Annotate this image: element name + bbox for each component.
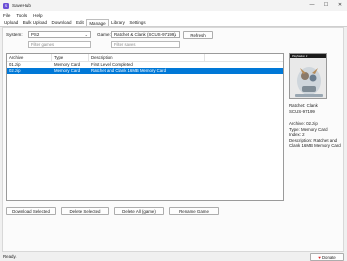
- cover-art: PlayStation 2: [289, 53, 327, 99]
- tab-settings[interactable]: Settings: [127, 19, 147, 26]
- tab-bulk-upload[interactable]: Bulk Upload: [21, 19, 49, 26]
- window-title: SaveHub: [12, 3, 31, 8]
- tab-upload[interactable]: Upload: [2, 19, 20, 26]
- column-archive[interactable]: Archive: [7, 54, 52, 62]
- rename-game-button[interactable]: Rename Game: [169, 207, 219, 215]
- menu-tools[interactable]: Tools: [16, 13, 27, 18]
- detail-index: Index: 2: [289, 132, 305, 137]
- system-select[interactable]: PS2 ⌄: [28, 31, 91, 38]
- status-bar: Ready. ♥ Donate: [0, 252, 347, 261]
- status-text: Ready.: [3, 254, 17, 259]
- game-select[interactable]: Ratchet & Clank (SCUS-97199) ⌄: [111, 31, 180, 38]
- chevron-down-icon: ⌄: [84, 32, 88, 37]
- table-row-selected[interactable]: 02.zip Memory Card Ratchet and Clank 16M…: [7, 68, 283, 74]
- minimize-button[interactable]: —: [305, 0, 319, 11]
- table-header: Archive Type Description: [7, 54, 283, 62]
- chevron-down-icon: ⌄: [173, 32, 177, 37]
- download-selected-button[interactable]: Download Selected: [6, 207, 56, 215]
- detail-archive: Archive: 02.zip: [289, 121, 318, 126]
- detail-description: Description: Ratchet and Clank 16MB Memo…: [289, 137, 341, 148]
- title-bar: S SaveHub — ☐ ✕: [0, 0, 347, 11]
- game-select-value: Ratchet & Clank (SCUS-97199): [114, 32, 176, 37]
- tab-bar: Upload Bulk Upload Download Edit Manage …: [0, 19, 347, 27]
- menu-help[interactable]: Help: [33, 13, 42, 18]
- tab-library[interactable]: Library: [109, 19, 127, 26]
- tab-download[interactable]: Download: [50, 19, 74, 26]
- maximize-button[interactable]: ☐: [319, 0, 333, 11]
- refresh-button[interactable]: Refresh: [183, 30, 213, 39]
- close-button[interactable]: ✕: [333, 0, 347, 11]
- menu-bar: File Tools Help: [0, 11, 347, 19]
- column-filler: [205, 54, 283, 62]
- archive-table: Archive Type Description 01.zip Memory C…: [6, 53, 284, 201]
- cover-brand: PlayStation 2: [292, 54, 308, 58]
- delete-all-button[interactable]: Delete All (game): [114, 207, 164, 215]
- donate-label: Donate: [321, 254, 336, 260]
- app-icon: S: [3, 2, 9, 9]
- game-label: Game:: [97, 32, 111, 37]
- heart-icon: ♥: [318, 254, 321, 260]
- tab-manage[interactable]: Manage: [86, 19, 109, 26]
- column-description[interactable]: Description: [89, 54, 205, 62]
- detail-type: Type: Memory Card: [289, 126, 328, 132]
- cover-image: PlayStation 2: [290, 54, 326, 98]
- system-select-value: PS2: [31, 32, 40, 37]
- filter-games-input[interactable]: Filter games: [28, 41, 91, 48]
- cell-type: Memory Card: [54, 68, 81, 73]
- donate-button[interactable]: ♥ Donate: [310, 252, 344, 261]
- menu-file[interactable]: File: [3, 13, 10, 18]
- tab-edit[interactable]: Edit: [74, 19, 86, 26]
- cell-description: Ratchet and Clank 16MB Memory Card: [91, 68, 166, 73]
- column-type[interactable]: Type: [52, 54, 89, 62]
- filter-saves-input[interactable]: Filter saves: [111, 41, 180, 48]
- detail-serial: SCUS-97199: [289, 108, 315, 114]
- delete-selected-button[interactable]: Delete Selected: [61, 207, 109, 215]
- detail-game-title: Ratchet: Clank: [289, 103, 318, 108]
- system-label: System:: [6, 32, 23, 37]
- cell-archive: 02.zip: [9, 68, 21, 73]
